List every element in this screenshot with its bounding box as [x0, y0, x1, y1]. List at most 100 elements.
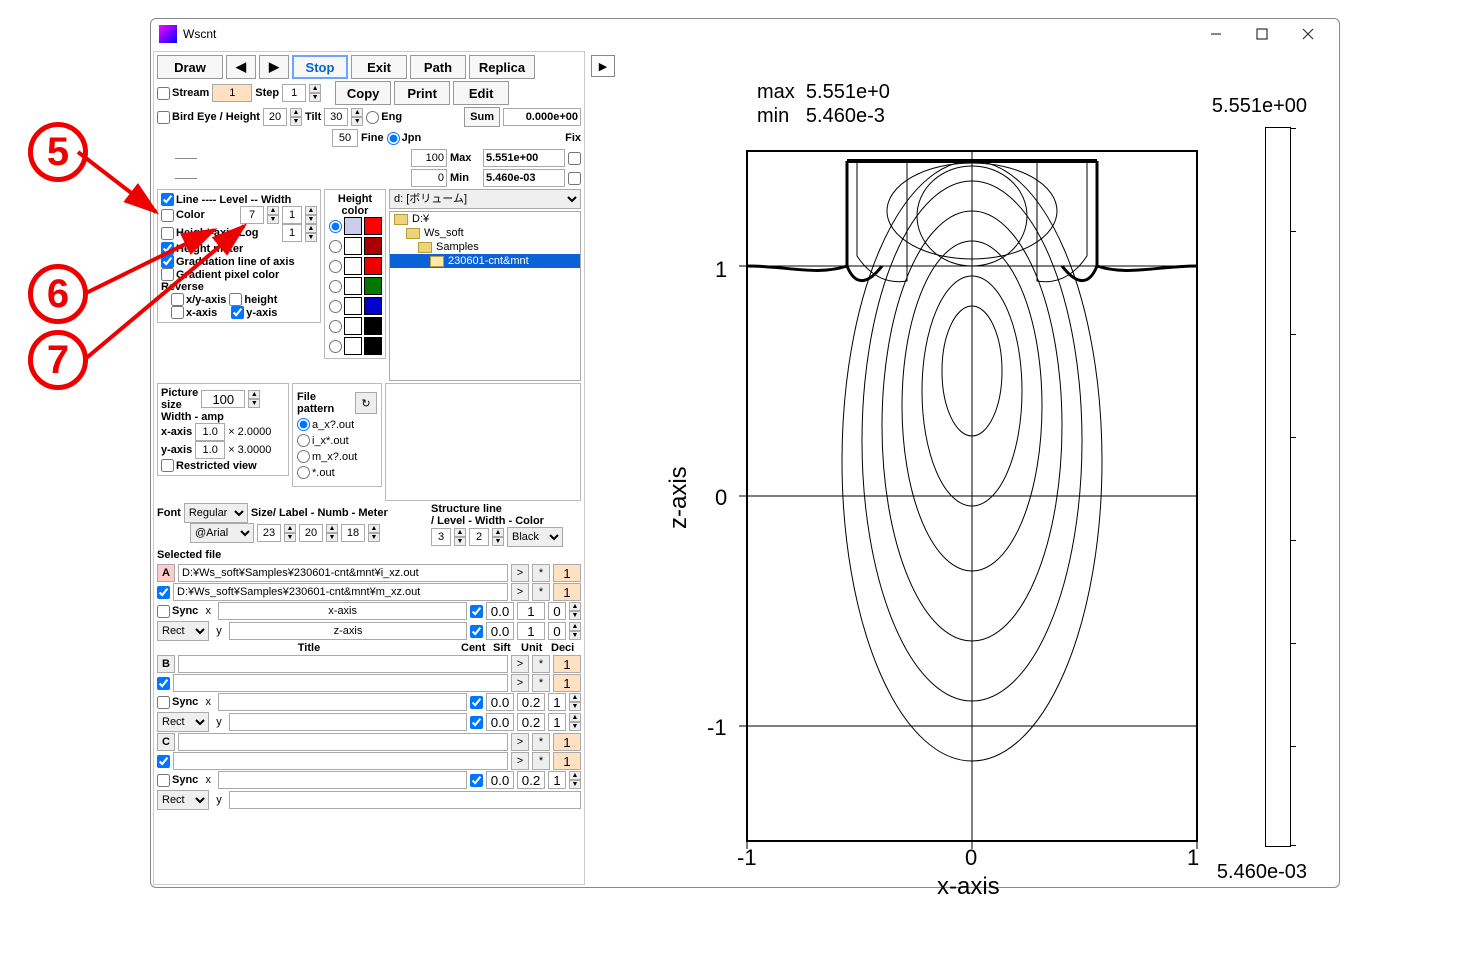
x-00-a[interactable]: [486, 602, 514, 620]
struct-w-spin[interactable]: ▲▼: [492, 528, 504, 546]
y-1-b[interactable]: [548, 713, 566, 731]
y-0-a[interactable]: [548, 622, 566, 640]
sync-check-c[interactable]: Sync: [157, 774, 198, 787]
x-spin-a[interactable]: ▲▼: [569, 602, 581, 620]
x-spin-b[interactable]: ▲▼: [569, 693, 581, 711]
x-ck-b[interactable]: [470, 696, 483, 709]
struct-level[interactable]: [431, 528, 451, 546]
play-button[interactable]: ▶: [591, 55, 615, 77]
print-button[interactable]: Print: [394, 81, 450, 105]
fifty-value[interactable]: [332, 129, 358, 147]
height-value[interactable]: [263, 108, 287, 126]
y-spin-b[interactable]: ▲▼: [569, 713, 581, 731]
max-value[interactable]: [483, 149, 565, 167]
birdeye-checkbox[interactable]: Bird Eye: [157, 111, 217, 124]
file-listbox[interactable]: [385, 383, 581, 501]
path-b2[interactable]: [173, 674, 508, 692]
path-button[interactable]: Path: [410, 55, 466, 79]
replica-button[interactable]: Replica: [469, 55, 535, 79]
y-02-b[interactable]: [517, 713, 545, 731]
range-0[interactable]: [411, 169, 447, 187]
hlog-spin[interactable]: ▲▼: [305, 224, 317, 242]
swatch-black2[interactable]: [364, 337, 382, 355]
pat-a-radio[interactable]: a_x?.out: [297, 418, 377, 431]
b1-gt[interactable]: >: [511, 655, 529, 673]
x-1-b[interactable]: [548, 693, 566, 711]
c1-one[interactable]: [553, 733, 581, 751]
yaxis-field-b[interactable]: [229, 713, 467, 731]
pat-i-radio[interactable]: i_x*.out: [297, 434, 377, 447]
prev-button[interactable]: ◀: [226, 55, 256, 79]
x-1-c[interactable]: [548, 771, 566, 789]
swatch-black1[interactable]: [364, 317, 382, 335]
edit-button[interactable]: Edit: [453, 81, 509, 105]
path1-gt[interactable]: >: [511, 564, 529, 582]
path-c1[interactable]: [178, 733, 508, 751]
path-2[interactable]: [173, 583, 508, 601]
path1-one[interactable]: [553, 564, 581, 582]
copy-button[interactable]: Copy: [335, 81, 391, 105]
tree-selected[interactable]: 230601-cnt&mnt: [390, 254, 580, 268]
next-button[interactable]: ▶: [259, 55, 289, 79]
path-1[interactable]: [178, 564, 508, 582]
font-s3[interactable]: [341, 524, 365, 542]
y-spin-a[interactable]: ▲▼: [569, 622, 581, 640]
pic-xv[interactable]: [195, 423, 225, 441]
path2-star[interactable]: *: [532, 583, 550, 601]
tilt-spinner[interactable]: ▲▼: [351, 108, 363, 126]
y-00-a[interactable]: [486, 622, 514, 640]
color-radio-0[interactable]: [329, 220, 342, 233]
draw-button[interactable]: Draw: [157, 55, 223, 79]
c2-gt[interactable]: >: [511, 752, 529, 770]
lang-jpn-radio[interactable]: Jpn: [387, 132, 422, 145]
pic-yv[interactable]: [195, 441, 225, 459]
tree-d[interactable]: D:¥: [390, 212, 580, 226]
path1-star[interactable]: *: [532, 564, 550, 582]
exit-button[interactable]: Exit: [351, 55, 407, 79]
rect-select-a[interactable]: Rect: [157, 621, 209, 641]
swatch-dkred[interactable]: [364, 237, 382, 255]
fix-min-checkbox[interactable]: [568, 172, 581, 185]
xaxis-field-b[interactable]: [218, 693, 467, 711]
tilt-value[interactable]: [324, 108, 348, 126]
c2-check[interactable]: [157, 755, 170, 768]
lang-eng-radio[interactable]: Eng: [366, 111, 402, 124]
swatch-white2[interactable]: [344, 257, 362, 275]
x-spin-c[interactable]: ▲▼: [569, 771, 581, 789]
min-value[interactable]: [483, 169, 565, 187]
height-spinner[interactable]: ▲▼: [290, 108, 302, 126]
x-1-a[interactable]: [517, 602, 545, 620]
font-s1-spin[interactable]: ▲▼: [284, 524, 296, 542]
zaxis-field-a[interactable]: [229, 622, 467, 640]
color-radio-4[interactable]: [329, 300, 342, 313]
font-s2[interactable]: [299, 524, 323, 542]
path2-check[interactable]: [157, 586, 170, 599]
struct-color-select[interactable]: Black: [507, 527, 563, 547]
color-width-spin[interactable]: ▲▼: [305, 206, 317, 224]
c2-star[interactable]: *: [532, 752, 550, 770]
x-00-c[interactable]: [486, 771, 514, 789]
swatch-red2[interactable]: [364, 257, 382, 275]
minimize-button[interactable]: [1193, 20, 1239, 48]
yaxis-field-c[interactable]: [229, 791, 581, 809]
selfile-A[interactable]: A: [157, 564, 175, 582]
font-style-select[interactable]: Regular: [184, 503, 248, 523]
folder-tree[interactable]: D:¥ Ws_soft Samples 230601-cnt&mnt: [389, 211, 581, 381]
color-level-spin[interactable]: ▲▼: [267, 206, 279, 224]
b1-one[interactable]: [553, 655, 581, 673]
sync-check-b[interactable]: Sync: [157, 696, 198, 709]
pat-m-radio[interactable]: m_x?.out: [297, 450, 377, 463]
swatch-white5[interactable]: [344, 317, 362, 335]
close-button[interactable]: [1285, 20, 1331, 48]
b1-star[interactable]: *: [532, 655, 550, 673]
color-radio-5[interactable]: [329, 320, 342, 333]
swatch-red[interactable]: [364, 217, 382, 235]
x-0-a[interactable]: [548, 602, 566, 620]
c1-gt[interactable]: >: [511, 733, 529, 751]
color-radio-6[interactable]: [329, 340, 342, 353]
x-00-b[interactable]: [486, 693, 514, 711]
swatch-blue[interactable]: [364, 297, 382, 315]
restricted-checkbox[interactable]: Restricted view: [161, 459, 285, 472]
path-b1[interactable]: [178, 655, 508, 673]
x-02-c[interactable]: [517, 771, 545, 789]
